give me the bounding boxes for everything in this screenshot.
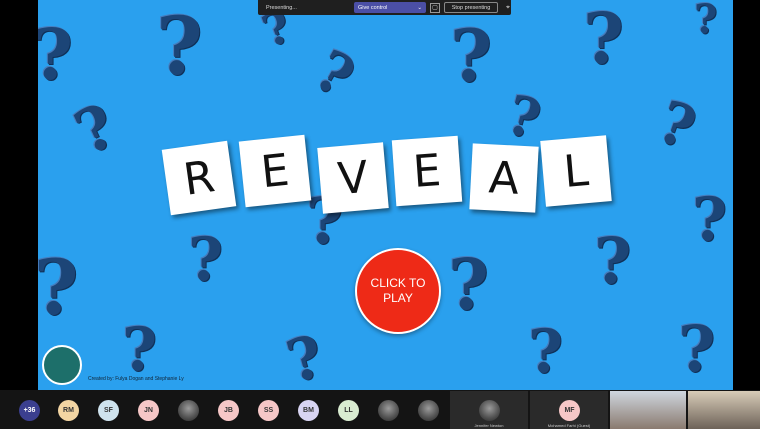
presenting-status: Presenting... [266, 4, 297, 11]
avatar-initials: LL [344, 407, 353, 414]
pop-out-icon[interactable]: ▢ [430, 2, 440, 13]
participant-video-tile[interactable]: MF Mohamed Farhi (Guest) [530, 391, 608, 429]
question-mark-icon: ? [303, 37, 366, 111]
question-mark-icon: ? [678, 312, 716, 387]
participant-avatar: MF [559, 400, 580, 421]
question-mark-icon: ? [594, 224, 632, 299]
avatar-initials: JB [224, 407, 233, 414]
participant-video-tile[interactable]: Jennifer Newton [450, 391, 528, 429]
stop-presenting-label: Stop presenting [451, 4, 491, 11]
question-mark-icon: ? [694, 0, 718, 43]
question-mark-icon: ? [448, 243, 490, 326]
slide-credit: Created by: Fulya Dogan and Stephanie Ly [88, 376, 184, 382]
overflow-participants-button[interactable]: +36 [19, 400, 40, 421]
question-mark-icon: ? [649, 87, 705, 163]
give-control-dropdown[interactable]: Give control ⌄ [354, 2, 426, 13]
question-mark-icon: ? [64, 90, 127, 170]
question-mark-icon: ? [38, 243, 79, 332]
shared-slide: ? ? ? ? ? ? ? ? ? ? ? ? ? ? ? ? ? ? ? ? … [38, 0, 733, 390]
question-mark-icon: ? [188, 225, 224, 295]
school-logo [42, 345, 82, 385]
letter-tile: V [317, 142, 389, 214]
question-mark-icon: ? [500, 81, 548, 153]
participant-avatar[interactable]: SF [98, 400, 119, 421]
participant-photo[interactable] [418, 400, 439, 421]
question-mark-icon: ? [279, 321, 331, 390]
question-mark-icon: ? [156, 0, 203, 93]
participant-photo[interactable] [378, 400, 399, 421]
avatar-initials: SS [263, 407, 274, 414]
avatar-initials: RM [63, 407, 74, 414]
stop-presenting-button[interactable]: Stop presenting [444, 2, 498, 13]
question-mark-icon: ? [122, 315, 158, 385]
give-control-label: Give control [358, 4, 388, 11]
question-mark-icon: ? [528, 317, 564, 387]
presenting-toolbar: Presenting... Give control ⌄ ▢ Stop pres… [258, 0, 511, 15]
letter-tile: L [540, 135, 612, 207]
participant-name: Jennifer Newton [474, 423, 504, 428]
avatar-initials: JN [144, 407, 153, 414]
chevron-down-icon: ⌄ [417, 4, 422, 11]
participant-camera-feed[interactable] [610, 391, 686, 429]
question-mark-icon: ? [38, 20, 73, 90]
question-mark-icon: ? [450, 13, 493, 98]
avatar-initials: MF [564, 407, 575, 414]
question-mark-icon: ? [692, 185, 728, 255]
letter-tile: R [161, 140, 237, 216]
play-button-label: CLICK TO PLAY [370, 276, 426, 305]
participant-photo [479, 400, 500, 421]
participant-camera-feed[interactable] [688, 391, 760, 429]
participant-avatar[interactable]: LL [338, 400, 359, 421]
click-to-play-button[interactable]: CLICK TO PLAY [355, 248, 441, 334]
participant-photo[interactable] [178, 400, 199, 421]
participant-avatar[interactable]: SS [258, 400, 279, 421]
letter-tile: E [391, 135, 463, 207]
participant-avatar[interactable]: JN [138, 400, 159, 421]
letter-tile: E [238, 134, 312, 208]
avatar-initials: SF [104, 407, 113, 414]
participant-name: Mohamed Farhi (Guest) [547, 423, 591, 428]
participant-avatar[interactable]: BM [298, 400, 319, 421]
overflow-count: +36 [23, 407, 36, 414]
avatar-initials: BM [303, 407, 314, 414]
close-icon[interactable]: ⌖ [506, 4, 510, 12]
participant-avatar[interactable]: RM [58, 400, 79, 421]
letter-tile: A [469, 143, 539, 213]
question-mark-icon: ? [583, 0, 625, 80]
participant-avatar[interactable]: JB [218, 400, 239, 421]
